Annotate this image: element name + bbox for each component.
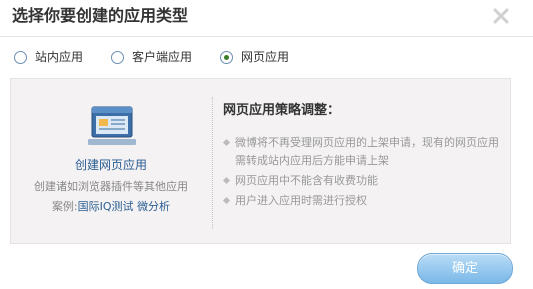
policy-rules-list: 微博将不再受理网页应用的上架申请，现有的网页应用需转成站内应用后方能申请上架 网… — [223, 134, 503, 212]
radio-button-icon[interactable] — [14, 50, 27, 64]
web-app-info-panel: 创建网页应用 创建诸如浏览器插件等其他应用 案例:国际IQ测试 微分析 网页应用… — [10, 78, 511, 244]
radio-option-web-app[interactable]: 网页应用 — [220, 46, 289, 68]
confirm-button[interactable]: 确定 — [417, 253, 513, 284]
web-app-description: 创建诸如浏览器插件等其他应用 — [34, 180, 188, 193]
radio-button-checked-icon[interactable] — [220, 50, 233, 64]
example-link-iq-test[interactable]: 国际IQ测试 — [78, 200, 134, 213]
radio-label: 客户端应用 — [132, 50, 193, 64]
examples-label: 案例: — [51, 200, 78, 213]
dialog-title: 选择你要创建的应用类型 — [12, 6, 189, 25]
examples-line: 案例:国际IQ测试 微分析 — [11, 198, 211, 216]
policy-rule: 微博将不再受理网页应用的上架申请，现有的网页应用需转成站内应用后方能申请上架 — [223, 134, 503, 170]
create-web-app-section: 创建网页应用 创建诸如浏览器插件等其他应用 案例:国际IQ测试 微分析 — [11, 79, 211, 243]
app-type-options: 站内应用 客户端应用 网页应用 — [14, 46, 514, 68]
policy-rule: 网页应用中不能含有收费功能 — [223, 172, 503, 190]
policy-title: 网页应用策略调整： — [223, 103, 341, 118]
radio-label: 网页应用 — [241, 50, 290, 64]
radio-option-client-app[interactable]: 客户端应用 — [111, 46, 192, 68]
section-divider — [212, 97, 214, 229]
example-link-analysis[interactable]: 微分析 — [137, 200, 170, 213]
create-app-dialog: 选择你要创建的应用类型 站内应用 客户端应用 网页应用 创建网页应用 创建诸如浏… — [0, 0, 533, 289]
policy-section: 网页应用策略调整： 微博将不再受理网页应用的上架申请，现有的网页应用需转成站内应… — [223, 79, 503, 243]
dialog-header: 选择你要创建的应用类型 — [0, 0, 533, 37]
create-web-app-link[interactable]: 创建网页应用 — [11, 156, 211, 174]
close-icon[interactable] — [491, 6, 511, 26]
radio-button-icon[interactable] — [111, 50, 124, 64]
radio-option-in-site-app[interactable]: 站内应用 — [14, 46, 83, 68]
browser-window-icon[interactable] — [86, 105, 138, 147]
radio-label: 站内应用 — [35, 50, 84, 64]
policy-rule: 用户进入应用时需进行授权 — [223, 192, 503, 210]
